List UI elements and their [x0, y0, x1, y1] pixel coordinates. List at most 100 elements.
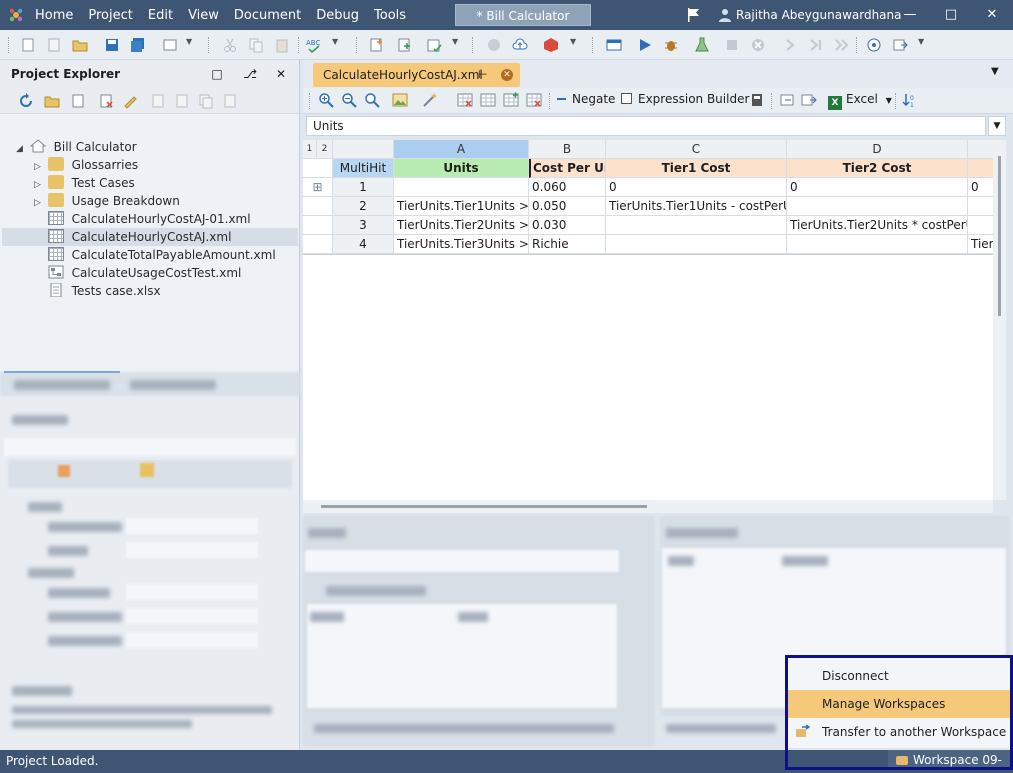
run-icon[interactable] — [637, 37, 653, 53]
step-end-icon[interactable] — [808, 37, 824, 53]
zoom-reset-icon[interactable] — [364, 92, 380, 108]
column-header-d[interactable]: D — [787, 140, 968, 159]
cancel-icon[interactable] — [750, 37, 766, 53]
new-page-icon[interactable] — [174, 93, 190, 109]
units-cell[interactable]: TierUnits.Tier2Units > 0 — [394, 216, 529, 235]
name-box-dropdown-icon[interactable]: ▼ — [988, 116, 1006, 136]
tree-item-file-selected[interactable]: CalculateHourlyCostAJ.xml — [2, 228, 298, 246]
stop-icon[interactable] — [724, 37, 740, 53]
menu-home[interactable]: Home — [35, 8, 73, 23]
tier3-cell[interactable] — [968, 216, 993, 235]
expand-row-icon[interactable]: ⊞ — [303, 178, 333, 197]
tier3-cost-header[interactable] — [968, 159, 993, 178]
export-table-icon[interactable] — [801, 92, 817, 108]
flag-icon[interactable] — [687, 7, 701, 23]
tier1-cell[interactable] — [606, 216, 787, 235]
new-icon[interactable] — [20, 37, 36, 53]
fast-forward-icon[interactable] — [834, 37, 850, 53]
menu-project[interactable]: Project — [88, 8, 132, 23]
sort-icon[interactable]: 01 — [902, 92, 918, 108]
open-file-icon[interactable] — [46, 37, 62, 53]
maximize-panel-icon[interactable]: □ — [208, 60, 226, 88]
new-folder-icon[interactable] — [44, 93, 60, 109]
tree-item-usage-breakdown[interactable]: ▷ Usage Breakdown — [34, 192, 180, 210]
cost-per-unit-header[interactable]: Cost Per Unit — [529, 159, 606, 178]
tier2-cell[interactable] — [787, 197, 968, 216]
paste-icon[interactable] — [274, 37, 290, 53]
magic-wand-icon[interactable] — [422, 92, 438, 108]
insert-row-icon[interactable] — [480, 92, 496, 108]
tree-root[interactable]: ◢ Bill Calculator — [16, 138, 137, 156]
zoom-out-icon[interactable] — [341, 92, 357, 108]
menu-item-disconnect[interactable]: Disconnect — [788, 662, 1010, 690]
validate-icon[interactable] — [426, 37, 442, 53]
column-header-c[interactable]: C — [606, 140, 787, 159]
column-header-e[interactable] — [968, 140, 993, 159]
rename-icon[interactable] — [122, 93, 138, 109]
cut-icon[interactable] — [222, 37, 238, 53]
copy-file-icon[interactable] — [150, 93, 166, 109]
tier2-cell[interactable] — [787, 235, 968, 254]
tree-item-file[interactable]: CalculateUsageCostTest.xml — [34, 264, 241, 282]
new-document-icon[interactable] — [368, 37, 384, 53]
minimize-button[interactable]: — — [891, 0, 929, 30]
close-tab-icon[interactable]: ✕ — [501, 69, 513, 81]
pin-tab-icon[interactable]: ⊢ — [478, 63, 488, 87]
chevron-down-icon[interactable]: ▼ — [918, 37, 934, 53]
deploy-icon[interactable] — [486, 37, 502, 53]
excel-button[interactable]: X Excel ▼ — [828, 92, 892, 110]
tier2-cell[interactable]: 0 — [787, 178, 968, 197]
save-icon[interactable] — [104, 37, 120, 53]
add-document-icon[interactable] — [396, 37, 412, 53]
copy-icon[interactable] — [248, 37, 264, 53]
tier3-cell[interactable]: Tier — [968, 235, 993, 254]
test-flask-icon[interactable] — [694, 37, 710, 53]
spell-check-icon[interactable]: ABC — [306, 37, 322, 53]
globe-settings-icon[interactable] — [866, 37, 882, 53]
chevron-down-icon[interactable]: ▼ — [570, 37, 586, 53]
refresh-icon[interactable] — [18, 93, 34, 109]
negate-button[interactable]: Negate — [557, 92, 615, 106]
corner-cell[interactable] — [333, 140, 394, 159]
menu-tools[interactable]: Tools — [374, 8, 406, 23]
units-header[interactable]: Units — [394, 159, 529, 178]
level-2-button[interactable]: 2 — [317, 140, 333, 159]
delete-icon[interactable] — [98, 93, 114, 109]
menu-view[interactable]: View — [188, 8, 219, 23]
export-icon[interactable] — [892, 37, 908, 53]
units-cell[interactable]: TierUnits.Tier3Units > 6 — [394, 235, 529, 254]
chevron-down-icon[interactable]: ▼ — [332, 37, 348, 53]
cost-cell[interactable]: 0.060 — [529, 178, 606, 197]
expression-builder-button[interactable]: Expression Builder — [621, 92, 749, 106]
row-number[interactable]: 1 — [333, 178, 394, 197]
row-number[interactable]: 2 — [333, 197, 394, 216]
cost-cell[interactable]: 0.050 — [529, 197, 606, 216]
debug-icon[interactable] — [663, 37, 679, 53]
tree-item-test-cases[interactable]: ▷ Test Cases — [34, 174, 135, 192]
zoom-in-icon[interactable] — [318, 92, 334, 108]
cost-cell[interactable]: Richie — [529, 235, 606, 254]
tier2-cost-header[interactable]: Tier2 Cost — [787, 159, 968, 178]
properties-icon[interactable] — [162, 37, 178, 53]
duplicate-icon[interactable] — [198, 93, 214, 109]
menu-debug[interactable]: Debug — [316, 8, 359, 23]
cell-name-box[interactable]: Units — [306, 116, 986, 136]
tier1-cost-header[interactable]: Tier1 Cost — [606, 159, 787, 178]
tab-list-chevron-icon[interactable]: ▼ — [991, 66, 999, 77]
tier3-cell[interactable] — [968, 197, 993, 216]
tier2-cell[interactable]: TierUnits.Tier2Units * costPerUnit — [787, 216, 968, 235]
tab-calculate-hourly-cost[interactable]: CalculateHourlyCostAJ.xml ⊢ ✕ — [313, 63, 520, 87]
delete-column-icon[interactable] — [457, 92, 473, 108]
vertical-scrollbar[interactable] — [993, 140, 1006, 500]
tree-item-glossaries[interactable]: ▷ Glossarries — [34, 156, 138, 174]
package-icon[interactable] — [543, 37, 559, 53]
row-number[interactable]: 3 — [333, 216, 394, 235]
cloud-upload-icon[interactable] — [512, 37, 528, 53]
menu-edit[interactable]: Edit — [148, 8, 173, 23]
menu-item-manage-workspaces[interactable]: Manage Workspaces — [788, 690, 1010, 718]
column-header-b[interactable]: B — [529, 140, 606, 159]
collapse-icon[interactable]: ◢ — [16, 140, 26, 158]
pin-icon[interactable]: ⎇ — [241, 60, 259, 88]
units-cell[interactable] — [394, 178, 529, 197]
level-1-button[interactable]: 1 — [303, 140, 317, 159]
